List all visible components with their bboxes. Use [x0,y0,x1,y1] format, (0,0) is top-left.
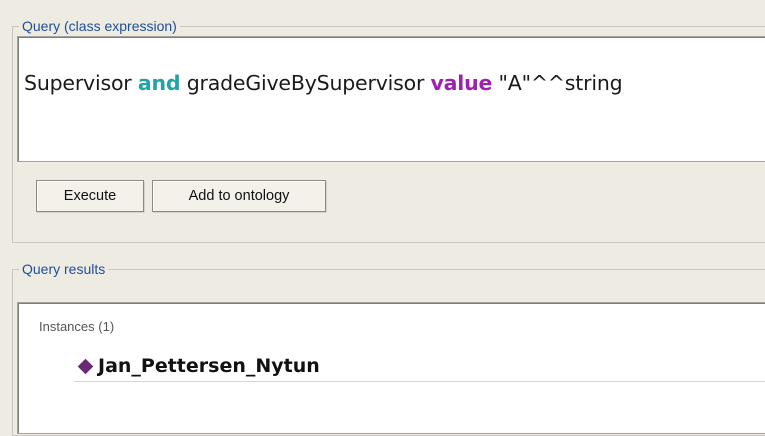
query-panel-title: Query (class expression) [19,18,180,34]
results-list: Instances (1) Jan_Pettersen_Nytun [17,302,765,434]
expression-literal: "A"^^string [492,71,623,95]
expression-text: Supervisor and gradeGiveBySupervisor val… [24,71,623,95]
keyword-and: and [137,71,181,95]
add-to-ontology-button[interactable]: Add to ontology [152,180,326,212]
class-expression-editor[interactable]: Supervisor and gradeGiveBySupervisor val… [17,36,765,162]
instance-name: Jan_Pettersen_Nytun [98,355,320,377]
individual-diamond-icon [77,358,94,374]
keyword-value: value [430,71,493,95]
results-panel-title: Query results [19,261,109,277]
instances-section-header: Instances (1) [39,319,115,334]
expression-property: gradeGiveBySupervisor [180,71,431,95]
expression-class-name: Supervisor [24,71,138,95]
instance-row[interactable]: Jan_Pettersen_Nytun [74,351,765,382]
execute-button[interactable]: Execute [36,180,144,212]
